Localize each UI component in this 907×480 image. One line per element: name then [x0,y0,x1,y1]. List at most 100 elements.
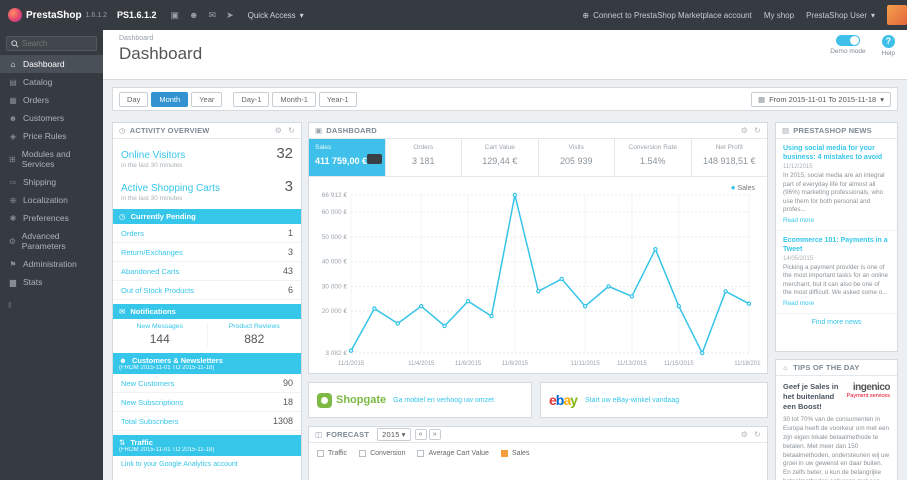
read-more-link[interactable]: Read more [783,300,890,307]
chevron-down-icon: ▾ [401,430,406,439]
date-range-picker[interactable]: ▦ From 2015-11-01 To 2015-11-18 ▾ [750,91,891,107]
news-item-title[interactable]: Ecommerce 101: Payments in a Tweet [783,236,890,254]
google-analytics-link[interactable]: Link to your Google Analytics account [113,456,301,473]
sidebar-item-preferences[interactable]: ✱ Preferences [0,209,103,227]
kpi-orders[interactable]: Orders 3 181 [386,139,462,176]
sales-line-chart[interactable]: 66 912 € 60 000 € 50 000 € 40 000 € 30 000 €… [313,179,765,369]
breadcrumb[interactable]: Dashboard [119,35,907,42]
kpi-value: 148 918,51 € [702,156,756,166]
pending-row-orders[interactable]: Orders 1 [113,224,301,243]
customers-row-new-customers[interactable]: New Customers 90 [113,374,301,393]
pending-row-returns[interactable]: Return/Exchanges 3 [113,243,301,262]
chart-legend[interactable]: ● Sales [731,183,755,192]
filter-day-1-button[interactable]: Day-1 [233,91,270,107]
ebay-link[interactable]: Start uw eBay-winkel vandaag [585,397,679,404]
pending-row-abandoned-carts[interactable]: Abandoned Carts 43 [113,262,301,281]
sidebar-item-customers[interactable]: ☻ Customers [0,109,103,127]
row-label: Abandoned Carts [121,266,180,276]
sidebar-item-orders[interactable]: ▦ Orders [0,91,103,109]
forecast-legend-conversion[interactable]: Conversion [359,450,405,457]
my-shop-link[interactable]: My shop [764,11,794,20]
mail-icon[interactable]: ✉ [209,10,217,21]
refresh-icon[interactable]: ↻ [288,126,295,135]
kpi-cart-value[interactable]: Cart Value 129,44 € [462,139,539,176]
avatar[interactable] [887,5,907,25]
filter-year-1-button[interactable]: Year-1 [318,91,357,107]
search-input[interactable] [22,39,92,48]
svg-text:11/4/2015: 11/4/2015 [408,361,435,367]
customers-row-new-subscriptions[interactable]: New Subscriptions 18 [113,393,301,412]
gear-icon[interactable]: ⚙ [741,430,748,439]
traffic-title: Traffic [130,438,153,447]
filter-month-button[interactable]: Month [151,91,189,107]
sidebar-item-advanced-parameters[interactable]: ⚙ Advanced Parameters [0,227,103,255]
forecast-legend-traffic[interactable]: Traffic [317,450,347,457]
sidebar-item-administration[interactable]: ⚑ Administration [0,255,103,273]
refresh-icon[interactable]: ↻ [754,126,761,135]
kpi-net-profit[interactable]: Net Profit 148 918,51 € [692,139,768,176]
rocket-icon[interactable]: ➤ [226,10,234,21]
filter-day-button[interactable]: Day [119,91,149,107]
news-item-body: Picking a payment provider is one of the… [783,263,888,297]
product-reviews-stat[interactable]: Product Reviews 882 [208,323,302,346]
find-more-news-link[interactable]: Find more news [776,314,897,331]
sidebar-item-label: Customers [23,113,65,123]
store-icon[interactable]: ▣ [171,10,180,21]
kpi-conversion-rate[interactable]: Conversion Rate 1.54% [615,139,692,176]
customers-row-total-subscribers[interactable]: Total Subscribers 1308 [113,412,301,431]
dashboard-panel-title: DASHBOARD [326,126,377,135]
refresh-icon[interactable]: ↻ [754,430,761,439]
sidebar-item-price-rules[interactable]: ◈ Price Rules [0,127,103,145]
col-label: Product Reviews [228,323,280,330]
panel-tools: ⚙ ↻ [275,126,295,135]
active-carts-label[interactable]: Active Shopping Carts [121,183,220,194]
sidebar-item-catalog[interactable]: ▤ Catalog [0,73,103,91]
sidebar-search[interactable] [6,36,97,51]
shopgate-promo: Shopgate Ga mobiel en verhoog uw omzet [308,382,532,418]
read-more-link[interactable]: Read more [783,217,890,224]
envelope-icon: ✉ [119,307,126,316]
new-messages-stat[interactable]: New Messages 144 [113,323,208,346]
forecast-legend: Traffic Conversion Average Cart Value Sa… [309,443,767,464]
user-menu[interactable]: PrestaShop User ▾ [806,11,875,20]
legend-label: Sales [737,185,755,192]
pending-row-out-of-stock[interactable]: Out of Stock Products 6 [113,281,301,300]
filter-year-button[interactable]: Year [191,91,223,107]
news-item-title[interactable]: Using social media for your business: 4 … [783,144,890,162]
gear-icon[interactable]: ⚙ [741,126,748,135]
tips-text: 30 tot 70% van de consumenten in Europa … [783,416,890,480]
online-visitors-label[interactable]: Online Visitors [121,150,185,161]
kpi-sales[interactable]: Sales 411 759,00 € [309,139,386,176]
kpi-visits[interactable]: Visits 205 939 [539,139,615,176]
help-button[interactable]: ? [881,35,895,48]
prestashop-logo-icon [8,8,22,22]
svg-text:30 000 €: 30 000 € [322,283,348,290]
forecast-year-select[interactable]: 2015 ▾ [377,428,411,441]
sidebar-item-label: Shipping [23,177,57,187]
brand-version: 1.6.1.2 [85,11,107,19]
activity-icon: ◷ [119,126,126,135]
forecast-legend-sales[interactable]: Sales [500,450,529,457]
prev-year-button[interactable]: « [414,429,427,440]
user-icon[interactable]: ☻ [189,10,198,21]
sidebar-item-stats[interactable]: ▆ Stats [0,273,103,291]
demo-mode-toggle[interactable] [835,35,860,46]
shopgate-link[interactable]: Ga mobiel en verhoog uw omzet [393,397,494,404]
forecast-legend-average-cart-value[interactable]: Average Cart Value [417,450,489,457]
gear-icon[interactable]: ⚙ [275,126,282,135]
sidebar-item-shipping[interactable]: ⇨ Shipping [0,173,103,191]
row-value: 18 [282,397,293,407]
sidebar-item-modules[interactable]: ⊞ Modules and Services [0,145,103,173]
svg-text:66 912 €: 66 912 € [322,192,348,199]
sidebar-item-localization[interactable]: ⊕ Localization [0,191,103,209]
activity-overview-panel: ◷ ACTIVITY OVERVIEW ⚙ ↻ Online Visitors … [112,122,302,480]
prestashop-logo[interactable]: PrestaShop 1.6.1.2 [8,8,107,22]
sidebar-collapse-button[interactable]: ‖ [0,291,103,320]
kpi-label: Cart Value [484,144,515,151]
quick-access-menu[interactable]: Quick Access ▾ [248,11,304,20]
filter-month-1-button[interactable]: Month-1 [272,91,316,107]
ebay-promo: ebay Start uw eBay-winkel vandaag [540,382,768,418]
sidebar-item-dashboard[interactable]: ⌂ Dashboard [0,55,103,73]
next-year-button[interactable]: » [428,429,441,440]
marketplace-link[interactable]: ⊕ Connect to PrestaShop Marketplace acco… [582,11,751,20]
